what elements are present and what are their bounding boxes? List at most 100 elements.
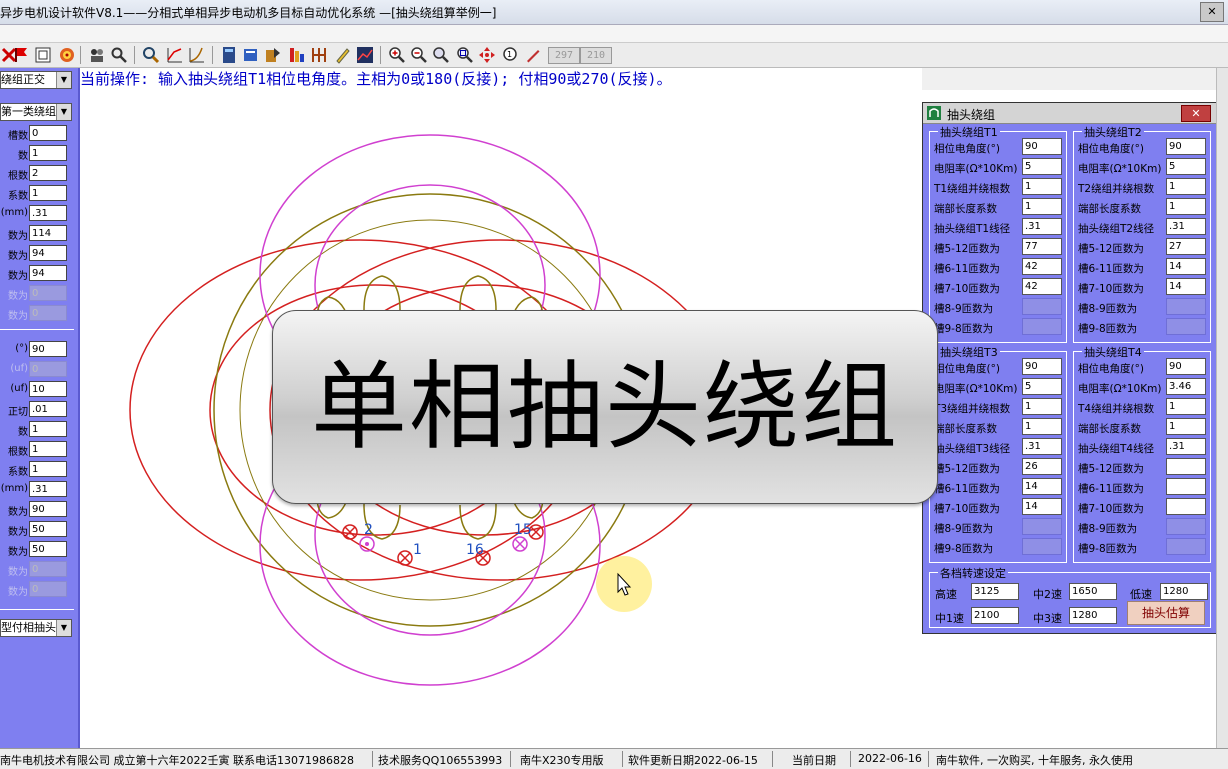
param-input[interactable]: 1 — [29, 461, 67, 477]
zoom-search-icon[interactable] — [142, 46, 160, 64]
tap-param-input[interactable]: 3.46 — [1166, 378, 1206, 395]
param-input[interactable]: 114 — [29, 225, 67, 241]
zoom-out-icon[interactable] — [410, 46, 428, 64]
mid2-speed-input[interactable]: 1650 — [1069, 583, 1117, 600]
param-input[interactable]: 50 — [29, 521, 67, 537]
mid3-speed-input[interactable]: 1280 — [1069, 607, 1117, 624]
find-icon[interactable] — [110, 46, 128, 64]
tap-param-input[interactable]: 1 — [1022, 398, 1062, 415]
tap-param-input[interactable]: 90 — [1022, 138, 1062, 155]
param-row: 数为 0 — [0, 285, 78, 303]
winding-type-select[interactable]: 绕组正交 ▼ — [0, 71, 72, 89]
param-input[interactable]: 10 — [29, 381, 67, 397]
param-input[interactable]: 94 — [29, 245, 67, 261]
param-input[interactable]: 1 — [29, 421, 67, 437]
tap-param-input[interactable]: 5 — [1166, 158, 1206, 175]
pen-icon[interactable] — [524, 46, 542, 64]
tap-param-input[interactable]: 42 — [1022, 278, 1062, 295]
param-row: 槽数 0 — [0, 125, 78, 143]
tap-param-input[interactable]: 26 — [1022, 458, 1062, 475]
zoom-window-icon[interactable] — [456, 46, 474, 64]
param-label: 数为 — [8, 251, 28, 262]
frame-icon[interactable] — [34, 46, 52, 64]
tap-param-label: 相位电角度(°) — [1078, 363, 1144, 375]
param-input[interactable]: 1 — [29, 441, 67, 457]
param-input[interactable]: 0 — [29, 125, 67, 141]
book-icon[interactable] — [242, 46, 260, 64]
tap-param-row: 槽9-8匝数为 — [934, 318, 1066, 336]
low-speed-input[interactable]: 1280 — [1160, 583, 1208, 600]
param-input[interactable]: 2 — [29, 165, 67, 181]
export-icon[interactable] — [264, 46, 282, 64]
target-icon[interactable] — [58, 46, 76, 64]
tap-param-input[interactable]: 90 — [1166, 358, 1206, 375]
param-label: 根数 — [8, 447, 28, 458]
slot-number: 15 — [514, 522, 532, 538]
tap-param-input[interactable]: 1 — [1022, 178, 1062, 195]
param-input[interactable]: .01 — [29, 401, 67, 417]
param-input[interactable]: 90 — [29, 341, 67, 357]
tap-param-input[interactable]: 14 — [1022, 478, 1062, 495]
tap-param-input[interactable] — [1166, 458, 1206, 475]
tap-param-input[interactable]: 1 — [1166, 178, 1206, 195]
calculator-icon[interactable] — [220, 46, 238, 64]
tap-param-input[interactable]: 1 — [1166, 198, 1206, 215]
dialog-close-button[interactable]: ✕ — [1181, 105, 1211, 122]
tap-param-input[interactable]: 1 — [1022, 418, 1062, 435]
tap-param-input[interactable]: .31 — [1022, 438, 1062, 455]
zoom-in-icon[interactable] — [388, 46, 406, 64]
zoom-previous-icon[interactable]: 1 — [502, 46, 520, 64]
aux-tap-select[interactable]: 型付相抽头 ▼ — [0, 619, 72, 637]
tap-param-input[interactable]: 90 — [1166, 138, 1206, 155]
chart-icon[interactable] — [188, 46, 206, 64]
tap-param-input[interactable]: 14 — [1166, 258, 1206, 275]
param-input[interactable]: .31 — [29, 205, 67, 221]
tap-param-input[interactable]: .31 — [1166, 218, 1206, 235]
tap-param-input[interactable]: 90 — [1022, 358, 1062, 375]
param-input[interactable]: 94 — [29, 265, 67, 281]
tap-param-input[interactable] — [1166, 478, 1206, 495]
coord-x-field[interactable]: 297 — [548, 47, 580, 64]
tap-param-row: 抽头绕组T3线径 .31 — [934, 438, 1066, 456]
pencil-icon[interactable] — [334, 46, 352, 64]
zoom-fit-icon[interactable] — [432, 46, 450, 64]
bars-icon[interactable] — [288, 46, 306, 64]
tap-param-input[interactable]: 42 — [1022, 258, 1062, 275]
high-speed-input[interactable]: 3125 — [971, 583, 1019, 600]
tap-param-input[interactable]: 14 — [1022, 498, 1062, 515]
tap-estimate-button[interactable]: 抽头估算 — [1127, 601, 1205, 625]
tap-param-input[interactable]: 5 — [1022, 378, 1062, 395]
status-company: 南牛电机技术有限公司 成立第十六年2022壬寅 联系电话13071986828 — [0, 754, 354, 767]
window-close-button[interactable]: ✕ — [1200, 2, 1224, 22]
tap-param-input[interactable]: 77 — [1022, 238, 1062, 255]
param-input[interactable]: 1 — [29, 145, 67, 161]
graph-icon[interactable] — [356, 46, 374, 64]
tap-param-input[interactable]: 5 — [1022, 158, 1062, 175]
tap-param-label: 电阻率(Ω*10Km) — [934, 163, 1018, 175]
curve-icon[interactable] — [166, 46, 184, 64]
tap-param-input[interactable]: 27 — [1166, 238, 1206, 255]
tap-param-input[interactable]: 1 — [1166, 418, 1206, 435]
param-row: 正切 .01 — [0, 401, 78, 419]
param-input[interactable]: 1 — [29, 185, 67, 201]
tap-param-label: 电阻率(Ω*10Km) — [1078, 163, 1162, 175]
pan-icon[interactable] — [478, 46, 496, 64]
tree-icon[interactable] — [310, 46, 328, 64]
tap-param-input[interactable]: 1 — [1166, 398, 1206, 415]
flag-icon[interactable] — [12, 46, 30, 64]
tap-param-input[interactable]: 14 — [1166, 278, 1206, 295]
param-input[interactable]: 50 — [29, 541, 67, 557]
tap-param-input[interactable]: .31 — [1022, 218, 1062, 235]
dialog-title-bar[interactable]: 抽头绕组 ✕ — [923, 103, 1217, 124]
winding-class-select[interactable]: 第一类绕组 ▼ — [0, 103, 72, 121]
tap-param-input[interactable] — [1166, 498, 1206, 515]
tap-param-input[interactable]: 1 — [1022, 198, 1062, 215]
users-icon[interactable] — [88, 46, 106, 64]
tap-param-label: 槽5-12匝数为 — [1078, 463, 1144, 475]
mid1-speed-input[interactable]: 2100 — [971, 607, 1019, 624]
vertical-scrollbar[interactable] — [1216, 68, 1228, 748]
tap-param-input[interactable]: .31 — [1166, 438, 1206, 455]
param-input[interactable]: 90 — [29, 501, 67, 517]
coord-y-field[interactable]: 210 — [580, 47, 612, 64]
param-input[interactable]: .31 — [29, 481, 67, 497]
